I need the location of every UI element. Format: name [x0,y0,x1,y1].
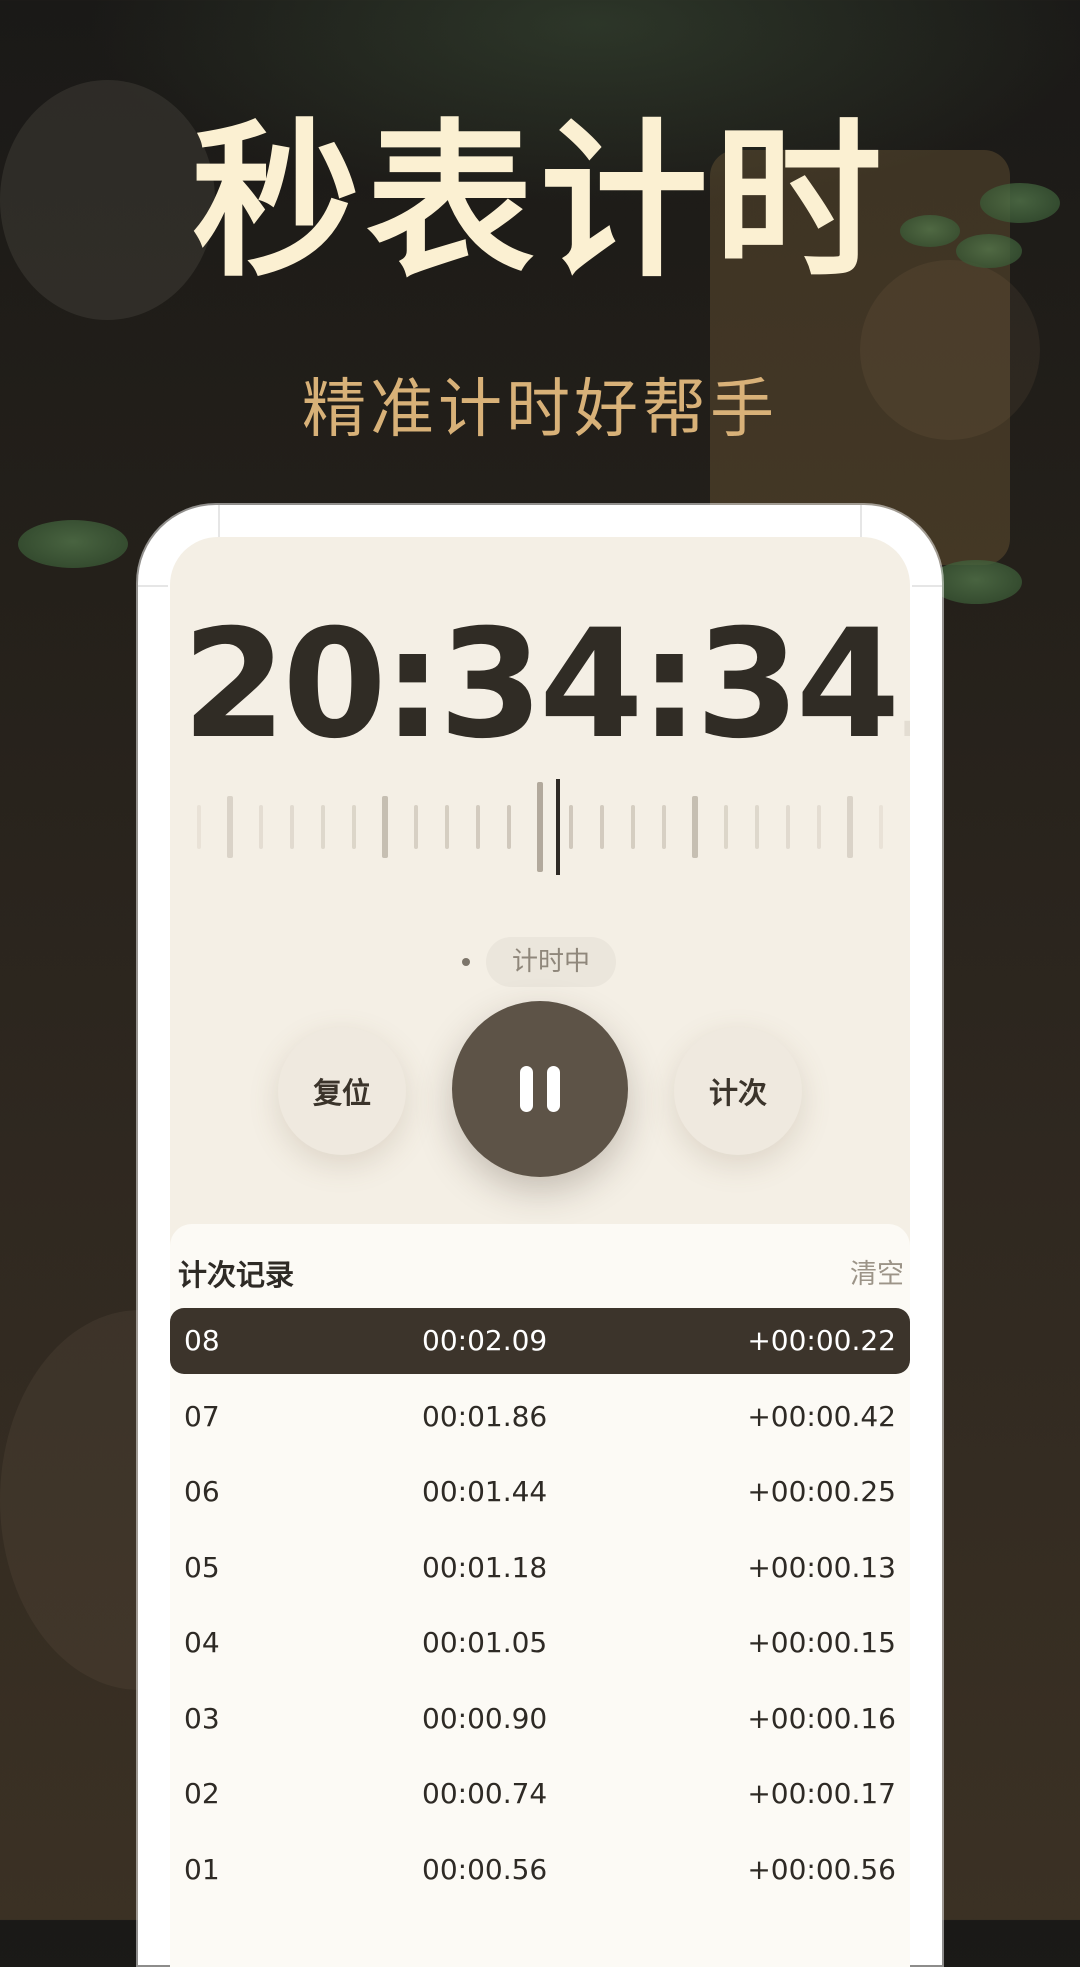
lap-row: 06 00:01.44 +00:00.25 [170,1459,910,1525]
lap-split-time: +00:00.16 [747,1701,896,1735]
scale-tick [507,805,511,849]
lap-records-panel: 计次记录 清空 08 00:02.09 +00:00.22 07 00:01.86 +00… [170,1224,910,1967]
scale-tick [352,805,356,849]
lap-split-time: +00:00.17 [747,1777,896,1810]
phone-divider [138,585,168,587]
scale-tick [197,805,201,849]
lap-number: 08 [184,1324,220,1357]
scale-tick [817,805,821,849]
lap-number: 02 [184,1777,220,1810]
scale-tick [879,805,883,849]
lap-number: 05 [184,1550,220,1584]
scale-tick [290,805,294,849]
scale-tick [569,805,573,849]
scale-tick [755,805,759,849]
lap-row: 04 00:01.05 +00:00.15 [170,1610,910,1676]
status-indicator: 计时中 [462,937,617,987]
lap-total-time: 00:00.56 [422,1852,548,1886]
scale-tick [414,805,418,849]
scale-tick [321,805,325,849]
scale-tick [445,805,449,849]
elapsed-time-main: 20:34:34 [182,598,900,772]
lap-row: 02 00:00.74 +00:00.17 [170,1761,910,1827]
elapsed-time-fraction: .74 [896,662,910,755]
lap-row: 01 00:00.56 +00:00.56 [170,1837,910,1903]
lap-row: 05 00:01.18 +00:00.13 [170,1535,910,1601]
elapsed-time: 20:34:34.74 [182,605,910,765]
lap-records-title: 计次记录 [178,1258,295,1292]
lap-total-time: 00:01.44 [422,1475,548,1508]
phone-divider [218,505,220,539]
phone-frame: 20:34:34.74 计时中 复位 计次 计次记录 清空 08 00:02.09… [138,505,942,1967]
tick-scale [197,779,883,875]
status-dot [462,958,470,966]
lap-total-time: 00:01.18 [422,1550,548,1584]
lap-row: 07 00:01.86 +00:00.42 [170,1384,910,1450]
scale-tick [786,805,790,849]
lap-number: 07 [184,1399,220,1433]
pause-icon [547,1066,560,1112]
scale-tick [476,805,480,849]
lap-split-time: +00:00.22 [747,1324,896,1357]
phone-divider [860,505,862,539]
scale-tick [631,805,635,849]
lap-number: 04 [184,1626,220,1659]
lap-total-time: 00:00.74 [422,1777,548,1810]
promo-headline: 秒表计时 [192,104,888,300]
leaf-decoration [930,560,1022,604]
leaf-decoration [18,520,128,568]
lap-split-time: +00:00.15 [747,1626,896,1659]
lap-row: 03 00:00.90 +00:00.16 [170,1686,910,1752]
lap-row: 08 00:02.09 +00:00.22 [170,1308,910,1374]
lap-number: 03 [184,1701,220,1735]
lap-split-time: +00:00.13 [747,1550,896,1584]
promo-subtitle: 精准计时好帮手 [302,373,778,447]
scale-tick [600,805,604,849]
scale-needle [556,779,560,875]
pause-icon [520,1066,533,1112]
lap-total-time: 00:02.09 [422,1324,548,1357]
scale-tick [847,796,853,858]
phone-divider [912,585,942,587]
lap-split-time: +00:00.56 [747,1852,896,1886]
scale-tick [382,796,388,858]
lap-split-time: +00:00.25 [747,1475,896,1508]
status-badge: 计时中 [486,937,617,987]
scale-tick [662,805,666,849]
lap-total-time: 00:01.86 [422,1399,548,1433]
lap-split-time: +00:00.42 [747,1399,896,1433]
scale-tick [259,805,263,849]
scale-tick [227,796,233,858]
pause-button[interactable] [452,1001,628,1177]
stopwatch-screen: 20:34:34.74 计时中 复位 计次 计次记录 清空 08 00:02.09… [170,537,910,1967]
scale-tick [692,796,698,858]
lap-number: 01 [184,1852,220,1886]
scale-tick [724,805,728,849]
reset-button[interactable]: 复位 [278,1027,406,1155]
lap-total-time: 00:00.90 [422,1701,548,1735]
lap-total-time: 00:01.05 [422,1626,548,1659]
clear-button[interactable]: 清空 [850,1252,904,1291]
scale-tick [537,782,543,872]
lap-button[interactable]: 计次 [674,1027,802,1155]
lap-number: 06 [184,1475,220,1508]
